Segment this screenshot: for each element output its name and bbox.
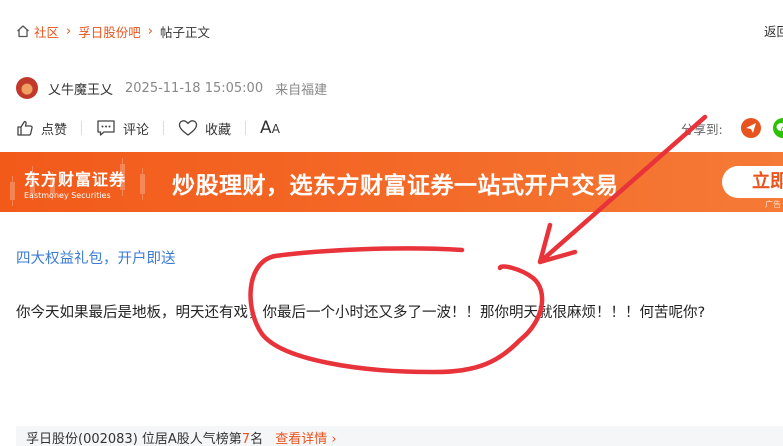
ad-banner[interactable]: 东方财富证券 Eastmoney Securities 炒股理财，选东方财富证券… — [0, 152, 783, 212]
rank-prefix: 孚日股份(002083) 位居A股人气榜第 — [26, 432, 242, 446]
divider — [81, 121, 83, 135]
view-details-link[interactable]: 查看详情 › — [275, 432, 336, 446]
banner-logo-cn: 东方财富证券 — [24, 170, 127, 189]
ad-tag: 广告 — [765, 200, 781, 209]
comment-label: 评论 — [123, 122, 150, 138]
action-bar: 点赞 评论 收藏 AA — [16, 116, 280, 140]
chevron-right-icon: › — [66, 23, 72, 39]
banner-logo-en: Eastmoney Securities — [24, 191, 111, 200]
annotation-overlay — [248, 114, 708, 375]
divider — [245, 121, 247, 135]
chevron-right-icon: › — [147, 23, 153, 39]
author-row: 乂牛魔王乂 2025-11-18 15:05:00 来自福建 — [16, 76, 327, 100]
post-page: 社区 › 孚日股份吧 › 帖子正文 返回 乂牛魔王乂 2025-11-18 15… — [0, 0, 783, 446]
rank-suffix: 名 — [250, 432, 264, 446]
breadcrumb-current: 帖子正文 — [159, 24, 210, 40]
comment-icon — [97, 120, 115, 136]
like-button[interactable]: 点赞 — [16, 119, 67, 138]
favorite-label: 收藏 — [205, 122, 232, 138]
banner-logo: 东方财富证券 Eastmoney Securities — [24, 166, 126, 200]
wechat-icon[interactable] — [772, 118, 783, 138]
share-bar: 分享到: — [681, 117, 783, 139]
banner-cta-button[interactable]: 立即 — [722, 166, 783, 198]
post-content: 你今天如果最后是地板，明天还有戏，你最后一个小时还又多了一波！！那你明天就很麻烦… — [16, 305, 706, 321]
back-link[interactable]: 返回 — [764, 21, 783, 40]
home-icon[interactable] — [16, 24, 30, 38]
chevron-right-icon: › — [331, 432, 337, 446]
author-name[interactable]: 乂牛魔王乂 — [48, 79, 113, 98]
share-red-icon[interactable] — [740, 118, 761, 138]
font-size-toggle[interactable]: AA — [260, 118, 280, 138]
breadcrumb-community[interactable]: 社区 — [34, 22, 59, 41]
view-details-label: 查看详情 — [275, 432, 328, 446]
avatar[interactable] — [16, 77, 38, 99]
post-location: 来自福建 — [275, 82, 328, 98]
post-time: 2025-11-18 15:05:00 — [125, 80, 264, 96]
share-label: 分享到: — [681, 121, 723, 137]
font-size-small: A — [271, 122, 280, 136]
font-size-big: A — [260, 118, 272, 138]
breadcrumb-stock-bar[interactable]: 孚日股份吧 — [78, 22, 141, 41]
divider — [163, 121, 165, 135]
rank-number: 7 — [241, 432, 251, 446]
rank-bar: 孚日股份(002083) 位居A股人气榜第7名 查看详情 › — [16, 426, 783, 446]
like-label: 点赞 — [41, 122, 68, 138]
heart-icon — [178, 120, 198, 136]
like-icon — [17, 120, 33, 136]
banner-slogan: 炒股理财，选东方财富证券一站式开户交易 — [172, 173, 619, 199]
breadcrumb: 社区 › 孚日股份吧 › 帖子正文 — [16, 21, 210, 41]
favorite-button[interactable]: 收藏 — [178, 119, 231, 138]
comment-button[interactable]: 评论 — [96, 119, 149, 138]
promo-link[interactable]: 四大权益礼包，开户即送 — [16, 247, 176, 268]
